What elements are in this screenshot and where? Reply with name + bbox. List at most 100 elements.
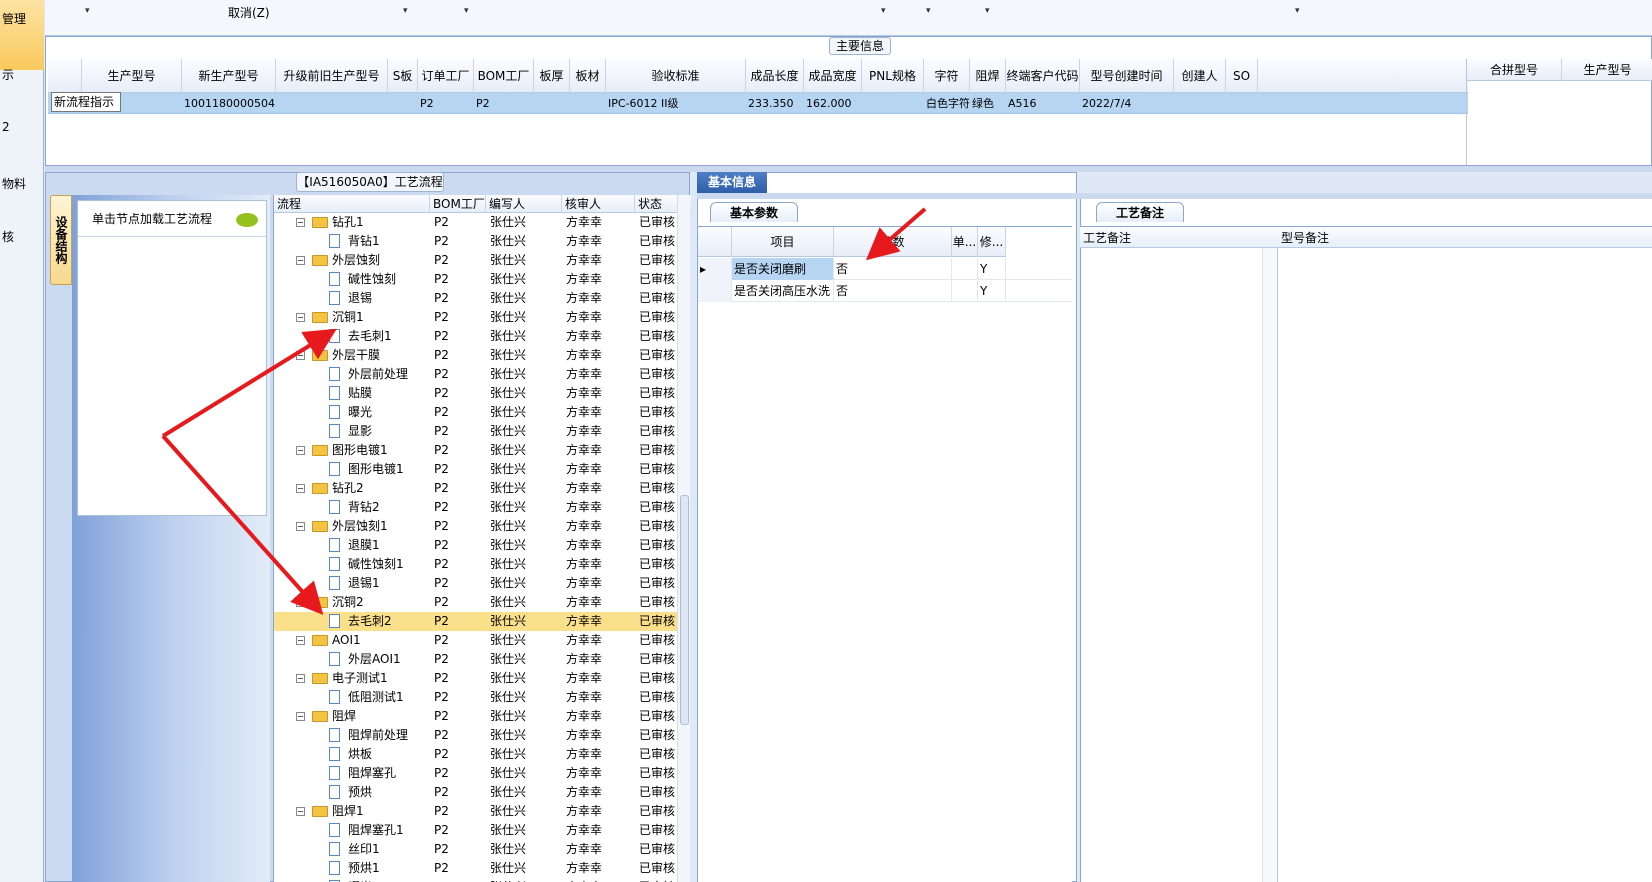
param-cell-item[interactable]: 是否关闭磨刷 <box>732 258 834 280</box>
dropdown-arrow-icon[interactable]: ▾ <box>881 6 886 16</box>
tree-scrollbar[interactable] <box>677 195 690 882</box>
param-cell-param[interactable]: 否 <box>834 258 952 280</box>
nav-hint-row[interactable]: 单击节点加载工艺流程 <box>78 201 266 237</box>
tree-node-name[interactable]: 外层干膜 <box>332 346 428 365</box>
grid-corner[interactable] <box>48 59 82 93</box>
tree-row[interactable]: − 沉铜1 P2 张仕兴 方幸幸 已审核 <box>274 308 678 327</box>
collapse-toggle-icon[interactable]: − <box>296 674 305 683</box>
tree-row[interactable]: 预烘 P2 张仕兴 方幸幸 已审核 <box>274 783 678 802</box>
tree-node-name[interactable]: 阻焊塞孔1 <box>348 821 428 840</box>
main-cell[interactable] <box>388 93 418 114</box>
tree-row[interactable]: 烘板 P2 张仕兴 方幸幸 已审核 <box>274 745 678 764</box>
tree-row[interactable]: 碱性蚀刻 P2 张仕兴 方幸幸 已审核 <box>274 270 678 289</box>
tree-row[interactable]: − 外层蚀刻1 P2 张仕兴 方幸幸 已审核 <box>274 517 678 536</box>
main-col-header[interactable]: 生产型号 <box>82 59 182 93</box>
tree-node-name[interactable]: 背钻2 <box>348 498 428 517</box>
dropdown-arrow-icon[interactable]: ▾ <box>403 6 408 16</box>
tree-col-header[interactable]: 流程 <box>274 195 430 213</box>
tree-node-name[interactable]: 外层AOI1 <box>348 650 428 669</box>
tree-node-name[interactable]: 贴膜 <box>348 384 428 403</box>
tree-row[interactable]: − 外层干膜 P2 张仕兴 方幸幸 已审核 <box>274 346 678 365</box>
tree-node-name[interactable]: 阻焊1 <box>332 802 428 821</box>
tree-col-header[interactable]: BOM工厂 <box>430 195 486 213</box>
tree-node-name[interactable]: 阻焊塞孔 <box>348 764 428 783</box>
tree-row[interactable]: − 外层蚀刻 P2 张仕兴 方幸幸 已审核 <box>274 251 678 270</box>
tree-node-name[interactable]: 阻焊前处理 <box>348 726 428 745</box>
collapse-toggle-icon[interactable]: − <box>296 522 305 531</box>
main-col-header[interactable]: 升级前旧生产型号 <box>276 59 388 93</box>
tree-node-name[interactable]: 退膜1 <box>348 536 428 555</box>
tree-node-name[interactable]: 外层蚀刻 <box>332 251 428 270</box>
tree-row[interactable]: − 电子测试1 P2 张仕兴 方幸幸 已审核 <box>274 669 678 688</box>
collapse-toggle-icon[interactable]: − <box>296 484 305 493</box>
tree-row[interactable]: 去毛刺1 P2 张仕兴 方幸幸 已审核 <box>274 327 678 346</box>
tree-row[interactable]: − 钻孔1 P2 张仕兴 方幸幸 已审核 <box>274 213 678 232</box>
param-col-header[interactable]: 单... <box>952 227 978 257</box>
tree-node-name[interactable]: 曝光 <box>348 403 428 422</box>
tree-node-name[interactable]: 碱性蚀刻1 <box>348 555 428 574</box>
main-cell[interactable] <box>570 93 606 114</box>
tree-row[interactable]: 显影 P2 张仕兴 方幸幸 已审核 <box>274 422 678 441</box>
notes-scrollbar[interactable] <box>1262 248 1277 882</box>
tree-row[interactable]: − 图形电镀1 P2 张仕兴 方幸幸 已审核 <box>274 441 678 460</box>
collapse-toggle-icon[interactable]: − <box>296 313 305 322</box>
main-cell[interactable]: 绿色 <box>970 93 1006 114</box>
notes-col-model[interactable]: 型号备注 <box>1278 227 1329 249</box>
main-cell[interactable]: 2022/7/4 <box>1080 93 1174 114</box>
dropdown-arrow-icon[interactable]: ▾ <box>85 6 90 16</box>
tree-col-header[interactable]: 编写人 <box>486 195 562 213</box>
main-col-header[interactable]: 成品宽度 <box>804 59 862 93</box>
main-cell[interactable] <box>534 93 570 114</box>
main-col-header[interactable]: BOM工厂 <box>474 59 534 93</box>
tree-node-name[interactable]: 烘板 <box>348 745 428 764</box>
tree-row[interactable]: 低阻测试1 P2 张仕兴 方幸幸 已审核 <box>274 688 678 707</box>
tree-row[interactable]: − 钻孔2 P2 张仕兴 方幸幸 已审核 <box>274 479 678 498</box>
row-indicator-icon[interactable]: ▸ <box>698 258 732 280</box>
param-cell-item[interactable]: 是否关闭高压水洗 <box>732 280 834 302</box>
tree-row[interactable]: 阻焊前处理 P2 张仕兴 方幸幸 已审核 <box>274 726 678 745</box>
main-col-header[interactable]: 创建人 <box>1174 59 1226 93</box>
main-cell[interactable]: IPC-6012 II级 <box>606 93 746 114</box>
main-col-header[interactable]: 验收标准 <box>606 59 746 93</box>
main-col-header[interactable]: S板 <box>388 59 418 93</box>
main-col-header[interactable]: 字符 <box>924 59 970 93</box>
collapse-toggle-icon[interactable]: − <box>296 598 305 607</box>
main-col-header[interactable]: SO <box>1226 59 1258 93</box>
main-cell[interactable]: P2 <box>418 93 474 114</box>
tree-row[interactable]: 退锡 P2 张仕兴 方幸幸 已审核 <box>274 289 678 308</box>
collapse-toggle-icon[interactable]: − <box>296 446 305 455</box>
param-row[interactable]: ▸ 是否关闭磨刷否 Y <box>698 258 1072 280</box>
tree-node-name[interactable]: 曝光1 <box>348 878 428 882</box>
tree-row[interactable]: 外层AOI1 P2 张仕兴 方幸幸 已审核 <box>274 650 678 669</box>
tree-row[interactable]: 图形电镀1 P2 张仕兴 方幸幸 已审核 <box>274 460 678 479</box>
main-cell[interactable] <box>862 93 924 114</box>
params-grid[interactable]: 项目 参数 单... 修... ▸ 是否关闭磨刷否 Y 是否关闭高压水洗否 Y <box>698 226 1072 882</box>
main-cell[interactable]: A516 <box>1006 93 1080 114</box>
equipment-structure-tab[interactable]: 设备结构 <box>50 195 72 285</box>
grid-corner[interactable] <box>698 227 732 257</box>
main-col-header[interactable]: 板厚 <box>534 59 570 93</box>
tree-row[interactable]: 退膜1 P2 张仕兴 方幸幸 已审核 <box>274 536 678 555</box>
tree-row[interactable]: 阻焊塞孔 P2 张仕兴 方幸幸 已审核 <box>274 764 678 783</box>
dropdown-arrow-icon[interactable]: ▾ <box>464 6 469 16</box>
process-tree-grid[interactable]: 流程 BOM工厂 编写人 核审人 状态 − 钻孔1 P2 张仕兴 方幸幸 已审核 背钻1 P2 张仕兴方… <box>273 195 691 882</box>
tree-node-name[interactable]: 外层蚀刻1 <box>332 517 428 536</box>
tree-row[interactable]: 碱性蚀刻1 P2 张仕兴 方幸幸 已审核 <box>274 555 678 574</box>
tree-node-name[interactable]: 退锡1 <box>348 574 428 593</box>
left-nav-active-item[interactable]: 管理 <box>0 0 44 70</box>
merged-model-grid[interactable]: 合拼型号 生产型号 <box>1466 59 1652 165</box>
left-nav-label[interactable]: 核 <box>2 228 14 245</box>
tree-node-name[interactable]: 沉铜2 <box>332 593 428 612</box>
main-cell[interactable]: 233.350 <box>746 93 804 114</box>
tree-node-name[interactable]: 图形电镀1 <box>332 441 428 460</box>
main-col-header[interactable]: 订单工厂 <box>418 59 474 93</box>
tree-node-name[interactable]: 电子测试1 <box>332 669 428 688</box>
param-col-header[interactable]: 项目 <box>732 227 834 257</box>
main-cell[interactable] <box>276 93 388 114</box>
param-row[interactable]: 是否关闭高压水洗否 Y <box>698 280 1072 302</box>
main-col-header[interactable]: 新生产型号 <box>182 59 276 93</box>
tree-row[interactable]: 背钻2 P2 张仕兴 方幸幸 已审核 <box>274 498 678 517</box>
tree-node-name[interactable]: 图形电镀1 <box>348 460 428 479</box>
tree-row[interactable]: 去毛刺2 P2 张仕兴 方幸幸 已审核 <box>274 612 678 631</box>
tree-node-name[interactable]: 显影 <box>348 422 428 441</box>
